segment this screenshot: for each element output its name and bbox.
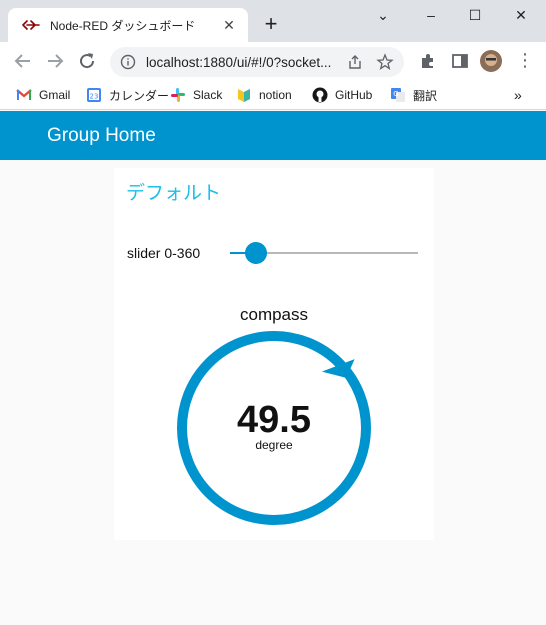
group-card: デフォルト slider 0-360 compass 49.5 degree	[114, 168, 434, 540]
bookmark-label: GitHub	[335, 88, 373, 102]
bookmark-translate[interactable]: G 翻訳	[390, 85, 437, 105]
close-window-icon[interactable]: ✕	[506, 4, 536, 26]
forward-icon[interactable]	[43, 49, 67, 73]
node-red-icon	[22, 20, 40, 30]
more-bookmarks-icon[interactable]: »	[514, 85, 522, 105]
gmail-icon	[16, 89, 32, 100]
bookmarks-bar: Gmail 23 カレンダー Slack notion GitHub G 翻訳 …	[0, 80, 546, 110]
page-title: Group Home	[47, 125, 156, 146]
browser-tab[interactable]: Node-RED ダッシュボード ✕	[8, 8, 248, 42]
extensions-icon[interactable]	[418, 51, 438, 71]
tab-search-icon[interactable]: ⌄	[368, 4, 398, 26]
svg-text:23: 23	[90, 93, 99, 101]
url-text: localhost:1880/ui/#!/0?socket...	[146, 54, 332, 70]
bookmark-github[interactable]: GitHub	[312, 85, 372, 105]
dashboard-header: Group Home	[0, 111, 546, 160]
gauge-units: degree	[255, 438, 293, 452]
notion-icon	[238, 89, 250, 102]
compass-gauge: 49.5 degree	[177, 331, 371, 525]
minimize-icon[interactable]: –	[416, 4, 446, 26]
bookmark-label: notion	[259, 88, 292, 102]
close-tab-icon[interactable]: ✕	[220, 17, 238, 34]
address-bar[interactable]: localhost:1880/ui/#!/0?socket...	[110, 47, 404, 77]
browser-tab-strip: Node-RED ダッシュボード ✕ + ⌄ – ☐ ✕	[0, 0, 546, 42]
bookmark-notion[interactable]: notion	[236, 85, 292, 105]
new-tab-icon[interactable]: +	[258, 12, 284, 38]
bookmark-label: Slack	[193, 88, 223, 102]
tab-title: Node-RED ダッシュボード	[50, 18, 196, 33]
gauge-value: 49.5	[237, 399, 311, 441]
calendar-icon: 23	[87, 88, 101, 102]
back-icon[interactable]	[11, 49, 35, 73]
bookmark-gmail[interactable]: Gmail	[16, 85, 70, 105]
slack-icon	[171, 88, 185, 102]
bookmark-calendar[interactable]: 23 カレンダー	[86, 85, 169, 105]
svg-text:G: G	[393, 90, 398, 98]
github-icon	[312, 87, 328, 103]
profile-avatar[interactable]	[480, 50, 502, 72]
google-translate-icon: G	[391, 88, 405, 102]
bookmark-label: カレンダー	[109, 88, 170, 103]
bookmark-star-icon[interactable]	[376, 53, 394, 71]
bookmark-label: Gmail	[39, 88, 71, 102]
bookmark-label: 翻訳	[413, 88, 438, 103]
maximize-icon[interactable]: ☐	[460, 4, 490, 26]
menu-icon[interactable]: ⋮	[516, 50, 534, 72]
reload-icon[interactable]	[75, 49, 99, 73]
bookmark-slack[interactable]: Slack	[170, 85, 222, 105]
site-info-icon[interactable]	[120, 54, 136, 70]
side-panel-icon[interactable]	[450, 51, 470, 71]
browser-toolbar: localhost:1880/ui/#!/0?socket... ⋮	[0, 42, 546, 80]
dashboard-content: デフォルト slider 0-360 compass 49.5 degree	[0, 160, 546, 625]
share-icon[interactable]	[346, 53, 364, 71]
